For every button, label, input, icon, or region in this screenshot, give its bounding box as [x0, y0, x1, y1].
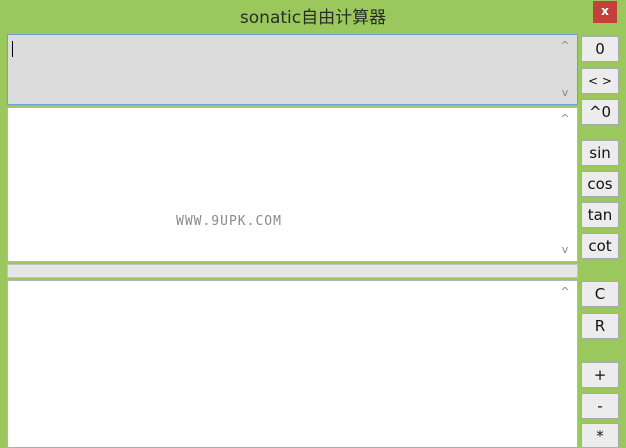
- watermark-text: WWW.9UPK.COM: [176, 214, 282, 229]
- recall-button[interactable]: R: [581, 313, 619, 339]
- scroll-down-icon[interactable]: v: [553, 242, 577, 258]
- clear-button[interactable]: C: [581, 281, 619, 307]
- history-panel[interactable]: ^: [7, 280, 578, 447]
- scroll-up-icon[interactable]: ^: [553, 284, 577, 300]
- output-scrollbar[interactable]: ^ v: [553, 108, 577, 261]
- panel-splitter[interactable]: [7, 264, 578, 278]
- plus-button[interactable]: +: [581, 362, 619, 388]
- expression-input[interactable]: ^ v: [7, 34, 578, 105]
- tan-button[interactable]: tan: [581, 202, 619, 228]
- history-scrollbar[interactable]: ^: [553, 281, 577, 447]
- title-bar: sonatic自由计算器 x: [0, 0, 626, 30]
- window-title: sonatic自由计算器: [239, 8, 387, 28]
- cos-button[interactable]: cos: [581, 171, 619, 197]
- result-output[interactable]: WWW.9UPK.COM ^ v: [7, 107, 578, 262]
- multiply-button[interactable]: *: [581, 423, 619, 447]
- power-zero-button[interactable]: ^0: [581, 99, 619, 125]
- swap-button[interactable]: < >: [581, 68, 619, 94]
- close-button[interactable]: x: [593, 1, 617, 23]
- text-caret: [12, 41, 13, 57]
- scroll-down-icon[interactable]: v: [553, 85, 577, 101]
- scroll-up-icon[interactable]: ^: [553, 38, 577, 54]
- minus-button[interactable]: -: [581, 393, 619, 419]
- scroll-up-icon[interactable]: ^: [553, 111, 577, 127]
- input-scrollbar[interactable]: ^ v: [553, 35, 577, 104]
- sin-button[interactable]: sin: [581, 140, 619, 166]
- zero-button[interactable]: 0: [581, 36, 619, 62]
- cot-button[interactable]: cot: [581, 233, 619, 259]
